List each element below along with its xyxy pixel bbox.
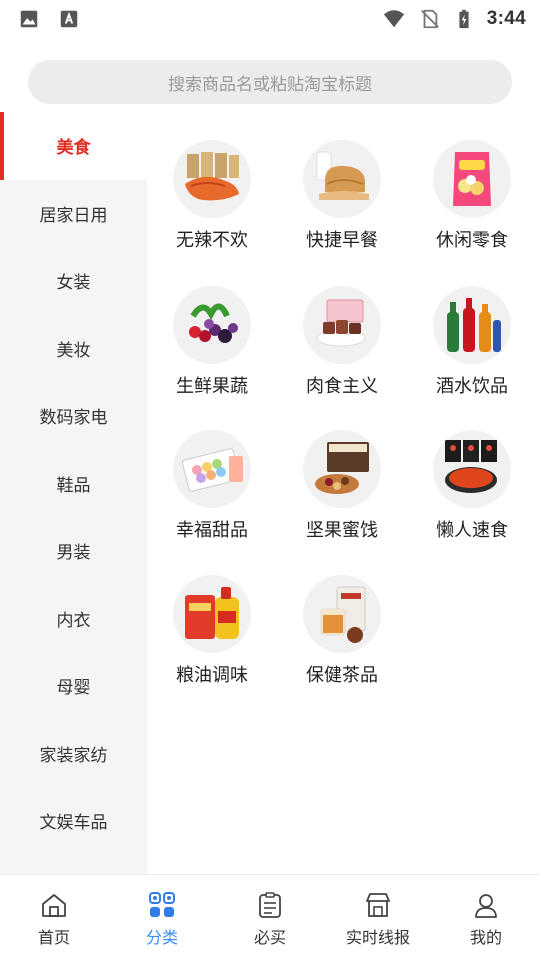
clipboard-icon: [259, 891, 281, 918]
category-icon: [149, 891, 175, 917]
sidebar-item-household[interactable]: 居家日用: [0, 180, 147, 248]
meat-jerky-image: [303, 286, 381, 364]
rice-oil-image: [173, 575, 251, 653]
image-notification-icon: [20, 10, 38, 28]
subcategory-item[interactable]: 保健茶品: [277, 575, 407, 705]
sidebar-item-shoes[interactable]: 鞋品: [0, 450, 147, 518]
nav-home-label: 首页: [37, 927, 70, 947]
nav-must-buy-label: 必买: [253, 927, 286, 947]
subcategory-label: 粮油调味: [176, 665, 248, 686]
nav-must-buy[interactable]: 必买: [216, 875, 324, 960]
home-icon: [42, 893, 66, 917]
sidebar-item-womens-clothing[interactable]: 女装: [0, 247, 147, 315]
subcategory-label: 无辣不欢: [176, 230, 248, 251]
nav-home[interactable]: 首页: [0, 875, 108, 960]
chips-snack-image: [433, 140, 511, 218]
instant-noodles-image: [433, 430, 511, 508]
sidebar-item-food[interactable]: 美食: [0, 112, 147, 180]
search-placeholder: 搜索商品名或粘贴淘宝标题: [168, 74, 372, 95]
bottom-nav: 首页 分类 必买 实时线报 我的: [0, 874, 540, 960]
subcategory-item[interactable]: 肉食主义: [277, 286, 407, 416]
nav-category-label: 分类: [145, 927, 178, 947]
nav-live-deals-label: 实时线报: [345, 927, 410, 947]
subcategory-item[interactable]: 无辣不欢: [147, 140, 277, 270]
nav-category[interactable]: 分类: [108, 875, 216, 960]
subcategory-label: 肉食主义: [306, 376, 378, 397]
store-icon: [366, 892, 390, 917]
subcategory-item[interactable]: 酒水饮品: [407, 286, 537, 416]
subcategory-label: 生鲜果蔬: [176, 376, 248, 397]
nut-box-image: [303, 430, 381, 508]
subcategory-label: 幸福甜品: [176, 520, 248, 541]
subcategory-label: 坚果蜜饯: [306, 520, 378, 541]
subcategory-item[interactable]: 粮油调味: [147, 575, 277, 705]
bread-breakfast-image: [303, 140, 381, 218]
font-app-notification-icon: [60, 10, 78, 28]
subcategory-label: 休闲零食: [436, 230, 508, 251]
clock-time: 3:44: [486, 8, 526, 29]
subcategory-label: 懒人速食: [436, 520, 508, 541]
sidebar-item-mens-clothing[interactable]: 男装: [0, 517, 147, 585]
sidebar-item-beauty[interactable]: 美妆: [0, 315, 147, 383]
no-sim-icon: [420, 9, 439, 29]
battery-charging-icon: [459, 9, 469, 29]
subcategory-item[interactable]: 幸福甜品: [147, 430, 277, 560]
health-tea-image: [303, 575, 381, 653]
category-sidebar: 美食 居家日用 女装 美妆 数码家电 鞋品 男装 内衣 母婴 家装家纺 文娱车品: [0, 112, 147, 874]
nav-profile-label: 我的: [469, 927, 502, 947]
macaron-dessert-image: [173, 430, 251, 508]
subcategory-item[interactable]: 坚果蜜饯: [277, 430, 407, 560]
subcategory-item[interactable]: 懒人速食: [407, 430, 537, 560]
status-bar: 3:44: [0, 0, 540, 38]
drink-bottles-image: [433, 286, 511, 364]
subcategory-label: 保健茶品: [306, 665, 378, 686]
sidebar-item-underwear[interactable]: 内衣: [0, 585, 147, 653]
sidebar-item-baby[interactable]: 母婴: [0, 652, 147, 720]
spicy-snack-image: [173, 140, 251, 218]
subcategory-label: 快捷早餐: [306, 230, 378, 251]
subcategory-item[interactable]: 快捷早餐: [277, 140, 407, 270]
wifi-icon: [383, 10, 404, 28]
nav-live-deals[interactable]: 实时线报: [324, 875, 432, 960]
nav-profile[interactable]: 我的: [432, 875, 540, 960]
sidebar-item-electronics[interactable]: 数码家电: [0, 382, 147, 450]
subcategory-item[interactable]: 生鲜果蔬: [147, 286, 277, 416]
fresh-fruit-image: [173, 286, 251, 364]
subcategory-item[interactable]: 休闲零食: [407, 140, 537, 270]
subcategory-label: 酒水饮品: [436, 376, 508, 397]
search-input[interactable]: 搜索商品名或粘贴淘宝标题: [28, 60, 512, 104]
profile-icon: [475, 893, 497, 918]
sidebar-item-home-textile[interactable]: 家装家纺: [0, 720, 147, 788]
sidebar-item-entertainment-auto[interactable]: 文娱车品: [0, 787, 147, 855]
